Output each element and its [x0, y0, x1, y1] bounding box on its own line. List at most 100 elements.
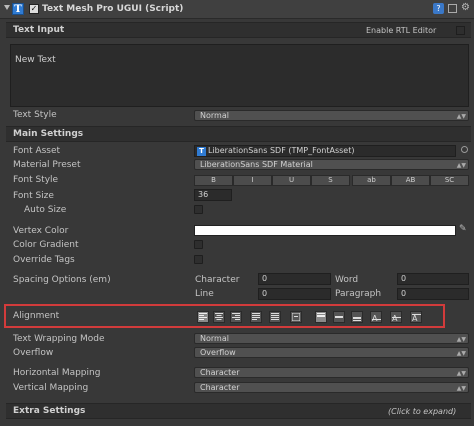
click-to-expand-hint: (Click to expand)	[388, 407, 457, 416]
main-settings-title: Main Settings	[13, 129, 84, 139]
align-justified-icon	[252, 313, 260, 320]
word-spacing-field[interactable]: 0	[397, 273, 469, 285]
font-asset-field[interactable]: T LiberationSans SDF (TMP_FontAsset)	[194, 145, 456, 157]
object-picker-icon[interactable]	[461, 146, 468, 153]
alignment-label: Alignment	[13, 311, 60, 321]
align-geometry-center-icon	[292, 313, 300, 321]
eyedropper-icon[interactable]: ✎	[459, 224, 467, 234]
text-input-area[interactable]: New Text	[10, 44, 469, 107]
text-input-title: Text Input	[13, 25, 65, 35]
component-title: Text Mesh Pro UGUI (Script)	[42, 4, 184, 14]
vertical-mapping-value: Character	[200, 383, 240, 392]
align-center-button[interactable]	[213, 311, 225, 323]
horizontal-mapping-label: Horizontal Mapping	[13, 368, 101, 378]
vertical-mapping-dropdown[interactable]: Character ▲▼	[194, 382, 469, 393]
align-capline-icon: A	[411, 313, 421, 322]
text-style-dropdown[interactable]: Normal ▲▼	[194, 110, 469, 121]
horizontal-mapping-value: Character	[200, 368, 240, 377]
font-style-label: Font Style	[13, 175, 59, 185]
dropdown-arrow-icon: ▲▼	[456, 370, 466, 377]
font-size-field[interactable]: 36	[194, 189, 232, 201]
character-spacing-label: Character	[195, 275, 240, 285]
align-middle-icon	[335, 316, 343, 318]
align-midline-button[interactable]: A	[390, 311, 402, 323]
font-size-value: 36	[198, 190, 209, 199]
auto-size-label: Auto Size	[24, 205, 67, 215]
dropdown-arrow-icon: ▲▼	[456, 350, 466, 357]
dropdown-arrow-icon: ▲▼	[456, 162, 466, 169]
underline-button[interactable]: U	[272, 175, 311, 186]
foldout-arrow-icon[interactable]	[4, 5, 10, 10]
align-bottom-icon	[353, 317, 361, 321]
align-flush-icon	[271, 313, 279, 320]
extra-settings-title: Extra Settings	[13, 406, 86, 416]
settings-gear-icon[interactable]: ⚙	[461, 2, 470, 13]
material-preset-value: LiberationSans SDF Material	[200, 160, 313, 169]
word-spacing-label: Word	[335, 275, 359, 285]
dropdown-arrow-icon: ▲▼	[456, 336, 466, 343]
bold-button[interactable]: B	[194, 175, 233, 186]
align-baseline-button[interactable]: A	[370, 311, 382, 323]
align-baseline-icon: A	[371, 314, 381, 322]
line-spacing-field[interactable]: 0	[258, 288, 331, 300]
align-top-button[interactable]	[315, 311, 327, 323]
enable-rtl-label: Enable RTL Editor	[366, 26, 437, 35]
align-justified-button[interactable]	[250, 311, 262, 323]
align-bottom-button[interactable]	[351, 311, 363, 323]
color-gradient-label: Color Gradient	[13, 240, 79, 250]
align-flush-button[interactable]	[269, 311, 281, 323]
align-geometry-center-button[interactable]	[290, 311, 302, 323]
align-center-icon	[215, 313, 223, 320]
strikethrough-button[interactable]: S	[311, 175, 350, 186]
character-spacing-field[interactable]: 0	[258, 273, 331, 285]
override-tags-checkbox[interactable]	[194, 255, 203, 264]
paragraph-spacing-value: 0	[401, 289, 407, 298]
overflow-dropdown[interactable]: Overflow ▲▼	[194, 347, 469, 358]
align-right-button[interactable]	[230, 311, 242, 323]
vertical-mapping-label: Vertical Mapping	[13, 383, 89, 393]
help-icon[interactable]: ?	[433, 3, 444, 14]
paragraph-spacing-label: Paragraph	[335, 289, 382, 299]
component-header: T ✓ Text Mesh Pro UGUI (Script) ? ⚙	[0, 0, 474, 19]
align-capline-button[interactable]: A	[410, 311, 422, 323]
component-enabled-checkbox[interactable]: ✓	[29, 4, 39, 14]
font-asset-icon: T	[197, 147, 206, 156]
horizontal-mapping-dropdown[interactable]: Character ▲▼	[194, 367, 469, 378]
italic-button[interactable]: I	[233, 175, 272, 186]
smallcaps-button[interactable]: SC	[430, 175, 469, 186]
align-left-icon	[199, 313, 207, 320]
material-preset-dropdown[interactable]: LiberationSans SDF Material ▲▼	[194, 159, 469, 170]
word-spacing-value: 0	[401, 274, 407, 283]
text-style-value: Normal	[200, 111, 229, 120]
align-middle-button[interactable]	[333, 311, 345, 323]
line-spacing-label: Line	[195, 289, 214, 299]
font-size-label: Font Size	[13, 191, 54, 201]
paragraph-spacing-field[interactable]: 0	[397, 288, 469, 300]
character-spacing-value: 0	[262, 274, 268, 283]
extra-settings-section-header[interactable]: Extra Settings (Click to expand)	[6, 403, 471, 419]
align-top-icon	[317, 313, 325, 317]
align-left-button[interactable]	[197, 311, 209, 323]
uppercase-button[interactable]: AB	[391, 175, 430, 186]
overflow-label: Overflow	[13, 348, 54, 358]
lowercase-button[interactable]: ab	[352, 175, 391, 186]
presets-icon[interactable]	[448, 4, 457, 13]
text-wrapping-label: Text Wrapping Mode	[13, 334, 105, 344]
text-input-section-header[interactable]: Text Input Enable RTL Editor	[6, 22, 471, 38]
svg-text:A: A	[372, 314, 378, 322]
align-midline-icon: A	[391, 314, 401, 322]
font-asset-value: LiberationSans SDF (TMP_FontAsset)	[208, 146, 355, 155]
text-wrapping-dropdown[interactable]: Normal ▲▼	[194, 333, 469, 344]
auto-size-checkbox[interactable]	[194, 205, 203, 214]
align-right-icon	[232, 313, 240, 320]
vertex-color-swatch[interactable]	[194, 225, 456, 236]
svg-text:A: A	[412, 314, 418, 322]
enable-rtl-checkbox[interactable]	[456, 26, 465, 35]
color-gradient-checkbox[interactable]	[194, 240, 203, 249]
main-settings-section-header[interactable]: Main Settings	[6, 126, 471, 142]
dropdown-arrow-icon: ▲▼	[456, 113, 466, 120]
vertex-color-label: Vertex Color	[13, 226, 69, 236]
line-spacing-value: 0	[262, 289, 268, 298]
script-icon: T	[12, 3, 24, 15]
override-tags-label: Override Tags	[13, 255, 75, 265]
